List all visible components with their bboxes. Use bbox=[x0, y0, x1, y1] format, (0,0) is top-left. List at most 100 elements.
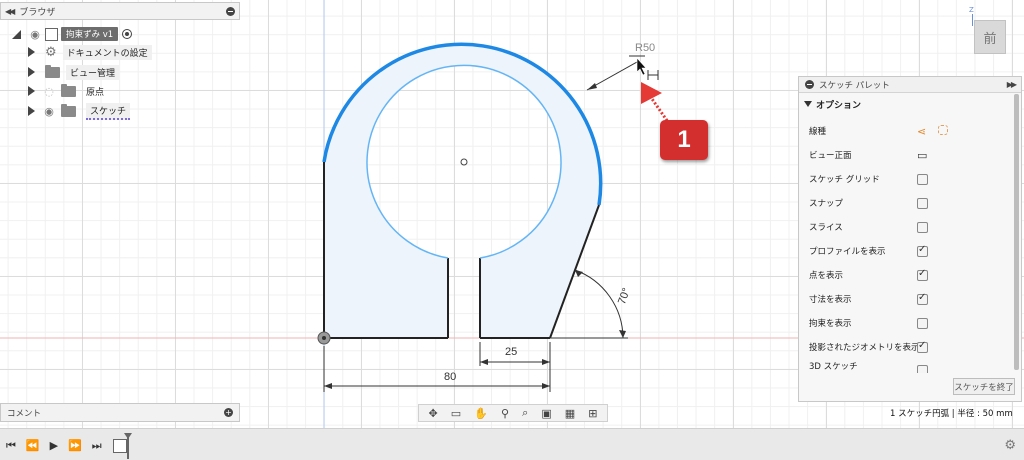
center-point[interactable] bbox=[460, 158, 468, 166]
tree-row-view-manager[interactable]: ビュー管理 bbox=[28, 64, 120, 80]
option-label: スライス bbox=[809, 223, 843, 233]
option-row-show-dimensions: 寸法を表示 bbox=[799, 287, 1009, 311]
expand-arrow-icon[interactable] bbox=[28, 106, 35, 116]
width-dim-arrow-left bbox=[324, 383, 332, 389]
option-row-show-constraints: 拘束を表示 bbox=[799, 311, 1009, 335]
angle-dimension-arc[interactable] bbox=[574, 269, 624, 339]
option-label: 線種 bbox=[809, 127, 827, 137]
tree-row-sketch[interactable]: ◉ スケッチ bbox=[28, 102, 131, 120]
show-profile-checkbox[interactable] bbox=[917, 244, 928, 257]
total-width-dimension-label[interactable]: 80 bbox=[444, 371, 456, 383]
options-section-header[interactable]: オプション bbox=[799, 93, 1021, 115]
option-row-grid: スケッチ グリッド bbox=[799, 167, 1009, 191]
view-cube-face-label: 前 bbox=[983, 31, 997, 47]
comment-label: コメント bbox=[7, 408, 42, 419]
slot-width-dimension-label[interactable]: 25 bbox=[505, 346, 517, 358]
option-label: 投影されたジオメトリを表示 bbox=[809, 343, 920, 353]
orbit-icon[interactable]: ✥ bbox=[429, 407, 438, 420]
snap-checkbox[interactable] bbox=[917, 197, 928, 209]
expand-arrow-icon[interactable] bbox=[28, 86, 35, 96]
construction-line-icon[interactable]: ⋖ bbox=[917, 125, 926, 138]
look-at-icon[interactable]: ▭ bbox=[451, 407, 461, 420]
go-to-start-icon[interactable]: ⏮ bbox=[6, 439, 16, 453]
option-label: 拘束を表示 bbox=[809, 319, 852, 329]
folder-icon bbox=[61, 103, 76, 117]
angle-arrow-top bbox=[575, 270, 583, 277]
show-projected-checkbox[interactable] bbox=[917, 340, 928, 353]
palette-scrollbar[interactable] bbox=[1014, 94, 1019, 370]
option-label: スナップ bbox=[809, 199, 844, 209]
tree-item-label: ドキュメントの設定 bbox=[62, 44, 152, 60]
timeline-marker[interactable] bbox=[124, 433, 132, 459]
grid-settings-icon[interactable]: ▦ bbox=[565, 407, 575, 420]
comment-panel[interactable]: コメント + bbox=[0, 403, 240, 422]
active-radio-icon[interactable] bbox=[122, 29, 133, 39]
grid-checkbox[interactable] bbox=[917, 173, 928, 185]
option-row-show-profile: プロファイルを表示 bbox=[799, 239, 1009, 263]
step-back-icon[interactable]: ⏪ bbox=[26, 439, 40, 453]
show-points-checkbox[interactable] bbox=[917, 268, 928, 281]
tree-item-label: スケッチ bbox=[86, 102, 131, 120]
option-row-show-projected: 投影されたジオメトリを表示 bbox=[799, 335, 1009, 359]
pan-icon[interactable]: ✋ bbox=[474, 407, 488, 420]
z-axis-label: Z bbox=[969, 6, 974, 14]
component-name[interactable]: 拘束ずみ v1 bbox=[61, 27, 119, 41]
view-cube[interactable]: 前 bbox=[974, 20, 1006, 54]
option-label: スケッチ グリッド bbox=[809, 175, 880, 185]
collapse-triangle-icon[interactable] bbox=[804, 101, 812, 107]
show-dimensions-checkbox[interactable] bbox=[917, 292, 928, 305]
option-label: 3D スケッチ bbox=[809, 362, 858, 372]
go-to-end-icon[interactable]: ⏭ bbox=[92, 439, 102, 453]
play-icon[interactable]: ▶ bbox=[50, 439, 58, 453]
linetype-icons[interactable]: ⋖ bbox=[917, 124, 948, 138]
zoom-icon[interactable]: ⚲ bbox=[501, 407, 509, 420]
expand-arrows-icon[interactable]: ▶▶ bbox=[1007, 80, 1017, 89]
3d-sketch-checkbox[interactable] bbox=[917, 364, 928, 373]
eye-hidden-icon[interactable]: ◌ bbox=[41, 85, 57, 98]
tree-row-document-settings[interactable]: ⚙ ドキュメントの設定 bbox=[28, 44, 152, 60]
component-icon bbox=[45, 27, 58, 41]
angle-arrow-bottom bbox=[619, 330, 626, 338]
timeline-bar: ⏮ ⏪ ▶ ⏩ ⏭ ⚙ bbox=[0, 428, 1024, 460]
look-at-icon[interactable]: ▭ bbox=[917, 149, 927, 162]
timeline-controls: ⏮ ⏪ ▶ ⏩ ⏭ bbox=[6, 439, 102, 453]
timeline-settings-gear-icon[interactable]: ⚙ bbox=[1004, 438, 1016, 453]
browser-panel-header[interactable]: ◀◀ ブラウザ bbox=[0, 2, 240, 20]
profile-region bbox=[324, 44, 601, 338]
palette-header[interactable]: スケッチ パレット ▶▶ bbox=[799, 77, 1021, 93]
mouse-cursor-icon bbox=[636, 57, 647, 76]
expand-arrow-icon[interactable] bbox=[28, 67, 35, 77]
show-constraints-checkbox[interactable] bbox=[917, 317, 928, 329]
radius-arrow bbox=[587, 83, 597, 90]
eye-icon[interactable]: ◉ bbox=[41, 105, 57, 118]
option-row-look-at: ビュー正面 ▭ bbox=[799, 143, 1009, 167]
minimize-icon[interactable] bbox=[226, 6, 235, 16]
expand-triangle-icon[interactable] bbox=[12, 29, 21, 39]
folder-icon bbox=[45, 64, 60, 78]
minimize-icon[interactable] bbox=[805, 80, 814, 89]
collapse-arrows-icon[interactable]: ◀◀ bbox=[5, 7, 15, 16]
tree-item-label: 原点 bbox=[86, 87, 105, 98]
radius-dimension-label[interactable]: R50 bbox=[635, 42, 655, 54]
slot-dim-arrow-left bbox=[480, 359, 488, 365]
option-label: ビュー正面 bbox=[809, 151, 852, 161]
callout-dotted-line bbox=[648, 95, 670, 123]
option-row-linetype: 線種 ⋖ bbox=[799, 119, 1009, 143]
display-settings-icon[interactable]: ▣ bbox=[541, 407, 551, 420]
width-dim-arrow-right bbox=[542, 383, 550, 389]
centerline-icon[interactable] bbox=[937, 124, 948, 135]
step-forward-icon[interactable]: ⏩ bbox=[68, 439, 82, 453]
fit-icon[interactable]: ⌕ bbox=[522, 406, 528, 420]
palette-title: スケッチ パレット bbox=[819, 80, 890, 91]
finish-sketch-button[interactable]: スケッチを終了 bbox=[953, 378, 1015, 395]
viewports-icon[interactable]: ⊞ bbox=[588, 407, 597, 420]
slice-checkbox[interactable] bbox=[917, 221, 928, 233]
eye-icon[interactable]: ◉ bbox=[27, 28, 43, 41]
option-row-show-points: 点を表示 bbox=[799, 263, 1009, 287]
tree-row-component[interactable]: ◉ 拘束ずみ v1 bbox=[12, 26, 133, 42]
tree-row-origin[interactable]: ◌ 原点 bbox=[28, 83, 104, 99]
option-row-slice: スライス bbox=[799, 215, 1009, 239]
option-label: 寸法を表示 bbox=[809, 295, 852, 305]
add-comment-icon[interactable]: + bbox=[224, 408, 233, 417]
expand-arrow-icon[interactable] bbox=[28, 47, 35, 57]
